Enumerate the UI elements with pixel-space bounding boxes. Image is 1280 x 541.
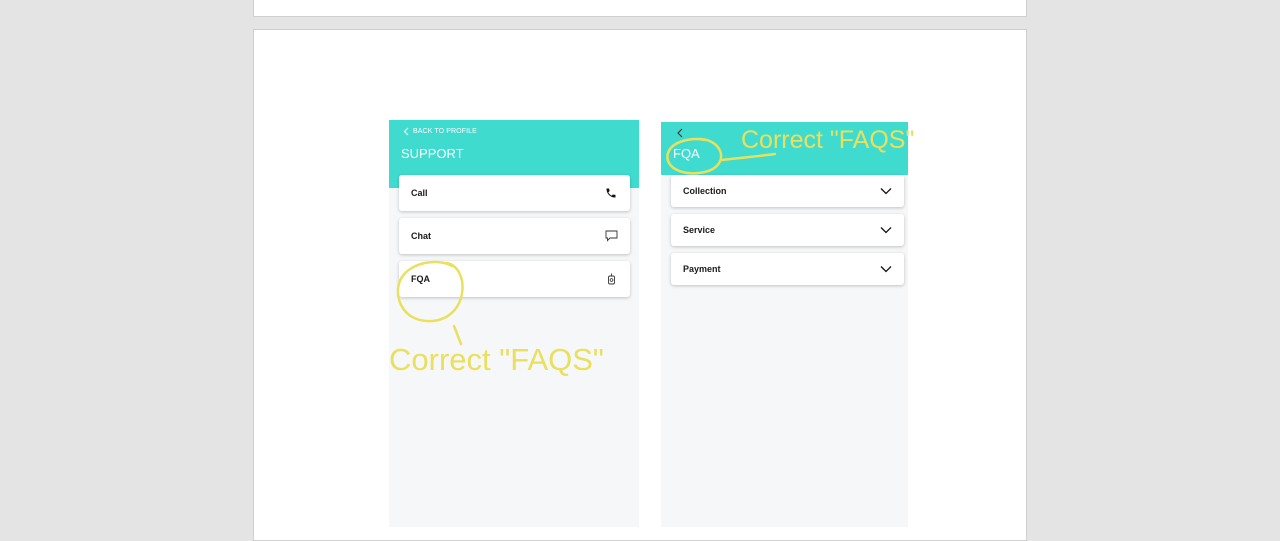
call-label: Call (411, 188, 428, 198)
chevron-left-icon (403, 127, 409, 136)
document-page-top (253, 0, 1027, 17)
chat-item[interactable]: Chat (399, 218, 630, 254)
annotation-text-fqa: Correct "FAQS" (741, 126, 915, 154)
chevron-down-icon (880, 266, 892, 273)
back-chevron-icon[interactable] (676, 128, 684, 138)
faq-icon (604, 272, 618, 286)
support-screen: BACK TO PROFILE SUPPORT Call Chat FQA (389, 120, 639, 527)
document-page (253, 29, 1027, 541)
payment-accordion[interactable]: Payment (671, 253, 904, 285)
collection-accordion[interactable]: Collection (671, 175, 904, 207)
service-accordion[interactable]: Service (671, 214, 904, 246)
support-title: SUPPORT (401, 146, 464, 161)
chat-bubble-icon (604, 229, 618, 243)
fqa-label: FQA (411, 274, 430, 284)
fqa-screen: FQA Collection Service Payment (661, 122, 908, 527)
call-item[interactable]: Call (399, 175, 630, 211)
phone-icon (604, 186, 618, 200)
chevron-down-icon (880, 227, 892, 234)
chevron-down-icon (880, 188, 892, 195)
collection-label: Collection (683, 186, 727, 196)
fqa-title: FQA (673, 146, 700, 161)
chat-label: Chat (411, 231, 431, 241)
payment-label: Payment (683, 264, 721, 274)
fqa-item[interactable]: FQA (399, 261, 630, 297)
back-to-profile-link[interactable]: BACK TO PROFILE (403, 127, 477, 136)
annotation-text-support: Correct "FAQS" (389, 342, 604, 377)
back-to-profile-label: BACK TO PROFILE (413, 128, 477, 135)
service-label: Service (683, 225, 716, 235)
